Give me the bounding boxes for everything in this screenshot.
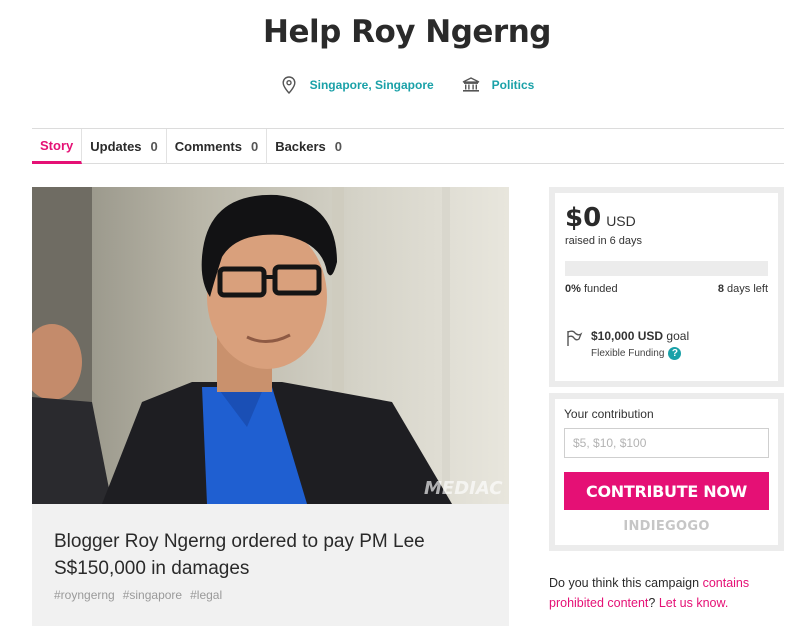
- tag-link[interactable]: #singapore: [123, 588, 182, 602]
- tab-label: Story: [40, 137, 74, 153]
- funding-stats: 0% funded 8 days left: [565, 283, 768, 295]
- raised-duration: raised in 6 days: [565, 235, 643, 247]
- story-tags: #royngerng #singapore #legal: [54, 588, 487, 602]
- tab-count: 0: [150, 139, 158, 154]
- indiegogo-logo: INDIEGOGO: [623, 519, 710, 534]
- funding-goal: $10,000 USD goal Flexible Funding ?: [565, 329, 768, 360]
- campaign-title: Help Roy Ngerng: [263, 14, 551, 50]
- tab-label: Comments: [174, 139, 242, 154]
- report-campaign: Do you think this campaign contains proh…: [549, 573, 779, 613]
- report-prefix: Do you think this campaign: [549, 576, 700, 590]
- funding-box: $0 USD raised in 6 days 0% funded 8 days…: [549, 187, 784, 387]
- story-caption-card[interactable]: Blogger Roy Ngerng ordered to pay PM Lee…: [32, 504, 509, 626]
- let-us-know-link[interactable]: Let us know.: [659, 596, 729, 610]
- tab-count: 0: [250, 139, 259, 154]
- tab-story[interactable]: Story: [32, 129, 83, 164]
- location-link[interactable]: Singapore, Singapore: [280, 76, 434, 94]
- raised-value: $0: [565, 203, 602, 233]
- campaign-meta: Singapore, Singapore Politics: [0, 76, 800, 94]
- story-caption-title: Blogger Roy Ngerng ordered to pay PM Lee…: [54, 531, 425, 579]
- raised-currency: USD: [606, 213, 636, 229]
- contribute-now-button[interactable]: CONTRIBUTE NOW: [564, 472, 769, 510]
- tab-comments[interactable]: Comments 0: [167, 129, 268, 164]
- funding-type-label: Flexible Funding: [591, 348, 665, 359]
- goal-amount: $10,000 USD goal: [591, 329, 690, 343]
- funding-type: Flexible Funding ?: [591, 347, 689, 360]
- contribution-box: Your contribution CONTRIBUTE NOW INDIEGO…: [549, 393, 784, 551]
- tab-label: Backers: [275, 139, 326, 154]
- hero-photo: MEDIAC: [32, 187, 509, 504]
- raised-amount: $0 USD: [565, 203, 768, 233]
- category-link[interactable]: Politics: [462, 76, 535, 94]
- location-label: Singapore, Singapore: [309, 78, 434, 92]
- map-pin-icon: [280, 76, 298, 94]
- category-label: Politics: [491, 78, 535, 92]
- tag-link[interactable]: #legal: [190, 588, 222, 602]
- funding-progress-bar: [565, 261, 768, 276]
- report-mid: ?: [648, 596, 656, 610]
- campaign-hero-image[interactable]: MEDIAC: [32, 187, 509, 504]
- tab-backers[interactable]: Backers 0: [267, 129, 350, 164]
- contribution-label: Your contribution: [564, 407, 654, 421]
- building-icon: [462, 76, 480, 94]
- hero-watermark: MEDIAC: [424, 478, 503, 499]
- flag-icon: [565, 329, 585, 360]
- tab-count: 0: [334, 139, 343, 154]
- tab-label: Updates: [90, 139, 142, 154]
- days-left: 8 days left: [717, 283, 768, 295]
- tab-updates[interactable]: Updates 0: [82, 129, 167, 164]
- tag-link[interactable]: #royngerng: [54, 588, 115, 602]
- question-icon[interactable]: ?: [668, 347, 682, 360]
- campaign-tabs: Story Updates 0 Comments 0 Backers 0: [32, 128, 784, 164]
- percent-funded: 0% funded: [565, 283, 618, 295]
- contribution-input[interactable]: [564, 428, 769, 458]
